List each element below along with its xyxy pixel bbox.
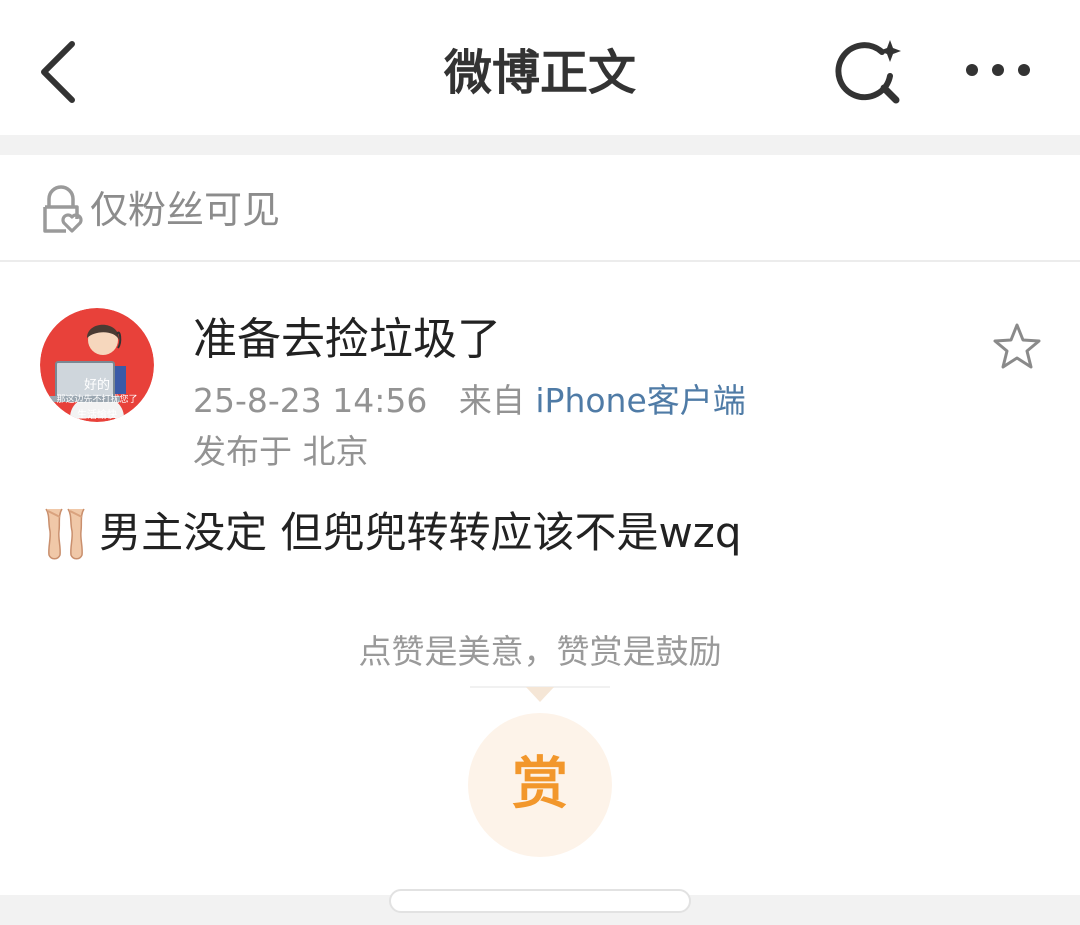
- search-sparkle-icon: [835, 40, 901, 104]
- author-name[interactable]: 准备去捡垃圾了: [193, 308, 501, 372]
- post-meta: 25-8-23 14:56 来自 iPhone客户端: [193, 375, 746, 427]
- lock-heart-icon: [43, 185, 83, 233]
- source-link[interactable]: iPhone客户端: [535, 381, 745, 420]
- visibility-label: 仅粉丝可见: [90, 188, 281, 232]
- more-dots-icon: [966, 64, 1030, 76]
- ballet-shoes-icon: [45, 508, 85, 560]
- chevron-left-icon: [41, 41, 75, 103]
- top-navbar: 微博正文: [0, 0, 1080, 135]
- reward-divider: [470, 686, 610, 702]
- avatar-caption-line: 那这边先不打扰您了: [56, 395, 138, 405]
- post-body: 男主没定 但兜兜转转应该不是wzq: [40, 500, 742, 570]
- avatar[interactable]: 好的 那这边先不打扰您了 生活愉快: [40, 308, 154, 422]
- favorite-button[interactable]: [990, 320, 1044, 374]
- avatar-caption-line: 生活愉快: [77, 410, 117, 421]
- loading-placeholder: [389, 889, 691, 913]
- more-button[interactable]: [955, 40, 1045, 100]
- back-button[interactable]: [30, 36, 90, 106]
- post-text: 男主没定 但兜兜转转应该不是wzq: [99, 508, 742, 557]
- reward-caption: 点赞是美意，赞赏是鼓励: [358, 632, 722, 671]
- post-location: 发布于 北京: [193, 432, 369, 471]
- post-timestamp: 25-8-23 14:56: [193, 381, 428, 420]
- star-outline-icon: [993, 323, 1041, 369]
- page-title: 微博正文: [443, 45, 636, 101]
- search-button[interactable]: [830, 36, 910, 108]
- avatar-caption: 好的 那这边先不打扰您了 生活愉快: [40, 378, 154, 422]
- weibo-post-page: 微博正文 仅粉丝可见 好的 那这边先不打扰您了 生活愉快 准备去捡垃圾了 25-…: [0, 0, 1080, 925]
- reward-button[interactable]: 赏: [468, 713, 612, 857]
- section-separator: [0, 135, 1080, 155]
- source-prefix: 来自: [458, 381, 525, 420]
- avatar-caption-line: 好的: [83, 378, 110, 393]
- reward-label: 赏: [512, 752, 568, 817]
- visibility-row: 仅粉丝可见: [0, 155, 1080, 262]
